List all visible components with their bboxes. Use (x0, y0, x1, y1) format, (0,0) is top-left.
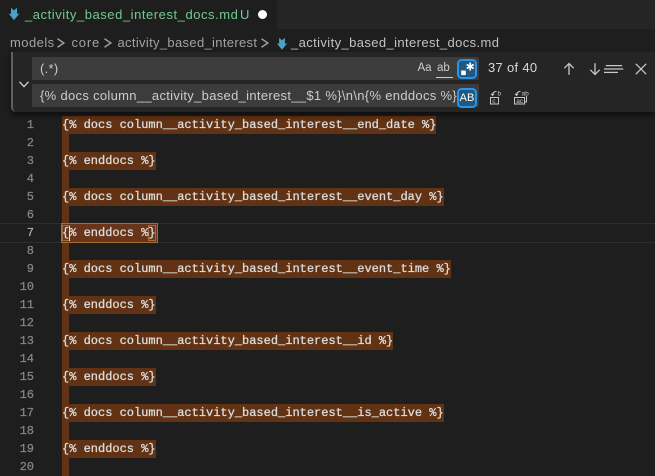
svg-text:ac: ac (516, 98, 524, 105)
svg-text:ab: ab (522, 91, 530, 98)
svg-text:b: b (498, 91, 502, 98)
